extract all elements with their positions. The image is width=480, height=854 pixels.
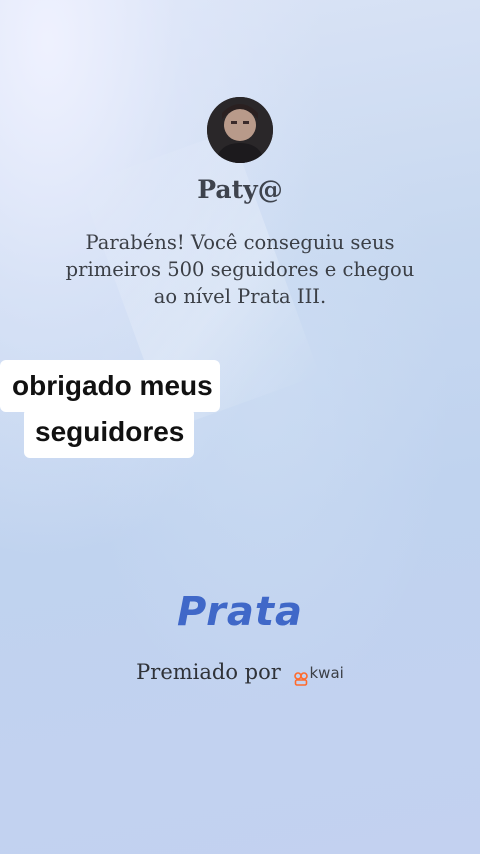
avatar (207, 97, 273, 163)
caption-line1: obrigado meus (12, 370, 213, 401)
kwai-logo-icon (293, 667, 308, 686)
level-name: Prata (177, 589, 303, 635)
awarded-by-label: Premiado por (136, 660, 281, 684)
caption-line2: seguidores (35, 416, 185, 447)
brand-name: kwai (309, 663, 344, 682)
brand-logo: kwai (293, 663, 344, 686)
username: Paty@ (197, 175, 283, 204)
congratulations-message: Parabéns! Você conseguiu seus primeiros … (65, 231, 415, 308)
awarded-by: Premiado por kwai (0, 660, 480, 686)
